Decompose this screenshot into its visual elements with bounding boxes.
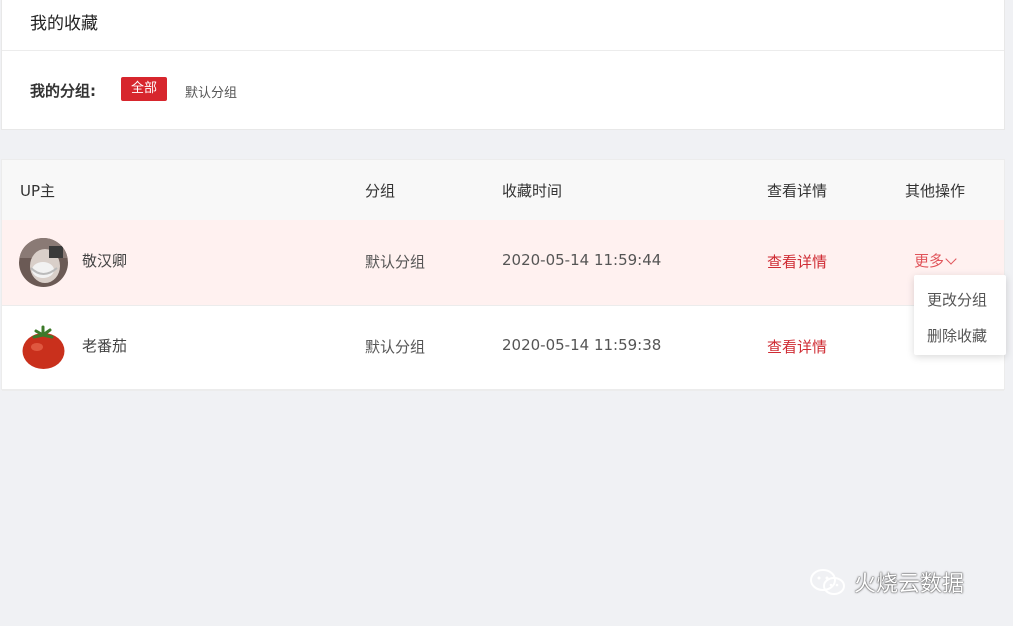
- view-detail-link[interactable]: 查看详情: [767, 336, 827, 357]
- column-header-group: 分组: [365, 182, 396, 200]
- chevron-down-icon: [945, 253, 957, 265]
- group-tag-default[interactable]: 默认分组: [185, 82, 237, 101]
- page-title: 我的收藏: [30, 14, 98, 34]
- menu-item-change-group[interactable]: 更改分组: [927, 289, 987, 310]
- column-header-time: 收藏时间: [502, 182, 563, 200]
- divider: [2, 50, 1004, 51]
- group-tag-all[interactable]: 全部: [121, 77, 167, 101]
- favorites-header-card: 我的收藏 我的分组: 全部 默认分组: [1, 0, 1005, 130]
- table-row: 敬汉卿 默认分组 2020-05-14 11:59:44 查看详情 更多: [2, 220, 1004, 306]
- column-header-up: UP主: [20, 182, 56, 200]
- group-cell: 默认分组: [365, 253, 426, 271]
- time-cell: 2020-05-14 11:59:44: [502, 251, 662, 269]
- view-detail-link[interactable]: 查看详情: [767, 251, 827, 272]
- table-header: UP主 分组 收藏时间 查看详情 其他操作: [2, 160, 1004, 221]
- more-button[interactable]: 更多: [914, 250, 957, 271]
- up-name[interactable]: 敬汉卿: [82, 250, 127, 271]
- watermark-text: 火烧云数据: [854, 572, 965, 597]
- person-avatar[interactable]: [19, 238, 68, 287]
- wechat-icon: [810, 569, 845, 595]
- favorites-table: UP主 分组 收藏时间 查看详情 其他操作 敬汉卿 默认分组 2020-05-1…: [1, 159, 1005, 391]
- time-cell: 2020-05-14 11:59:38: [502, 336, 662, 354]
- column-header-actions: 其他操作: [905, 182, 966, 200]
- group-filter-label: 我的分组:: [30, 82, 96, 100]
- more-label: 更多: [914, 252, 945, 270]
- column-header-detail: 查看详情: [767, 182, 828, 200]
- table-row: 老番茄 默认分组 2020-05-14 11:59:38 查看详情: [2, 305, 1004, 391]
- tomato-avatar[interactable]: [19, 323, 68, 372]
- watermark: 火烧云数据: [808, 566, 964, 598]
- up-name[interactable]: 老番茄: [82, 335, 127, 356]
- more-actions-menu: 更改分组 删除收藏: [914, 275, 1006, 355]
- group-cell: 默认分组: [365, 338, 426, 356]
- menu-item-delete-favorite[interactable]: 删除收藏: [927, 325, 987, 346]
